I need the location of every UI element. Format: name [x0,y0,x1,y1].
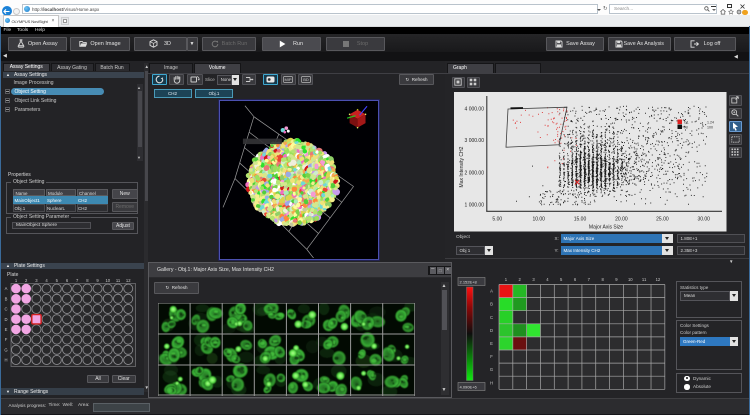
svg-text:2: 2 [25,278,28,283]
svg-text:100: 100 [707,125,713,129]
svg-text:3: 3 [532,277,535,282]
svg-text:2.152E+8: 2.152E+8 [459,279,477,284]
svg-text:11: 11 [116,278,121,283]
svg-text:5: 5 [560,277,563,282]
svg-text:B: B [490,302,493,307]
svg-text:6: 6 [573,277,576,282]
svg-text:4: 4 [45,278,48,283]
svg-text:A: A [5,286,8,291]
svg-text:G1: G1 [684,120,689,124]
svg-text:1: 1 [15,278,18,283]
svg-text:E: E [490,341,493,346]
svg-text:1 000.00: 1 000.00 [465,202,485,208]
svg-text:MIP: MIP [285,78,292,83]
svg-text:C: C [489,315,492,320]
svg-text:B: B [5,296,8,301]
svg-text:12: 12 [126,278,131,283]
svg-text:12: 12 [655,277,660,282]
svg-text:2: 2 [518,277,521,282]
svg-text:7: 7 [587,277,590,282]
svg-text:G: G [4,347,7,352]
svg-text:5.00: 5.00 [492,217,502,223]
svg-text:10.00: 10.00 [532,217,545,223]
svg-text:BD: BD [303,78,309,83]
svg-text:10: 10 [627,277,632,282]
svg-text:F: F [5,337,8,342]
svg-text:11: 11 [641,277,646,282]
svg-text:1: 1 [504,277,507,282]
svg-text:1.24: 1.24 [707,120,714,124]
svg-text:3: 3 [35,278,38,283]
svg-text:4: 4 [546,277,549,282]
svg-text:All: All [684,125,688,129]
svg-text:9: 9 [615,277,618,282]
svg-text:6: 6 [66,278,69,283]
svg-text:G: G [489,367,492,372]
svg-text:7: 7 [76,278,79,283]
svg-text:A: A [490,289,493,294]
svg-text:D: D [4,317,7,322]
svg-text:2 000.00: 2 000.00 [465,171,485,177]
svg-text:H: H [4,358,7,363]
svg-text:5: 5 [56,278,59,283]
svg-text:25.00: 25.00 [656,217,669,223]
svg-text:Major Axis Size: Major Axis Size [589,225,623,231]
svg-text:E: E [5,327,8,332]
svg-text:9: 9 [96,278,99,283]
svg-text:15.00: 15.00 [574,217,587,223]
svg-text:8: 8 [86,278,89,283]
svg-text:Max Intensity CH2: Max Intensity CH2 [459,146,465,187]
svg-text:4.090E+6: 4.090E+6 [459,384,477,389]
svg-text:C: C [4,307,7,312]
svg-text:D: D [489,328,492,333]
svg-text:3 000.00: 3 000.00 [465,138,485,144]
svg-text:8: 8 [601,277,604,282]
svg-text:20.00: 20.00 [615,217,628,223]
svg-text:30.00: 30.00 [697,217,710,223]
svg-text:10: 10 [105,278,110,283]
svg-text:F: F [490,354,493,359]
svg-text:4 000.00: 4 000.00 [465,106,485,112]
svg-text:H: H [489,380,492,385]
